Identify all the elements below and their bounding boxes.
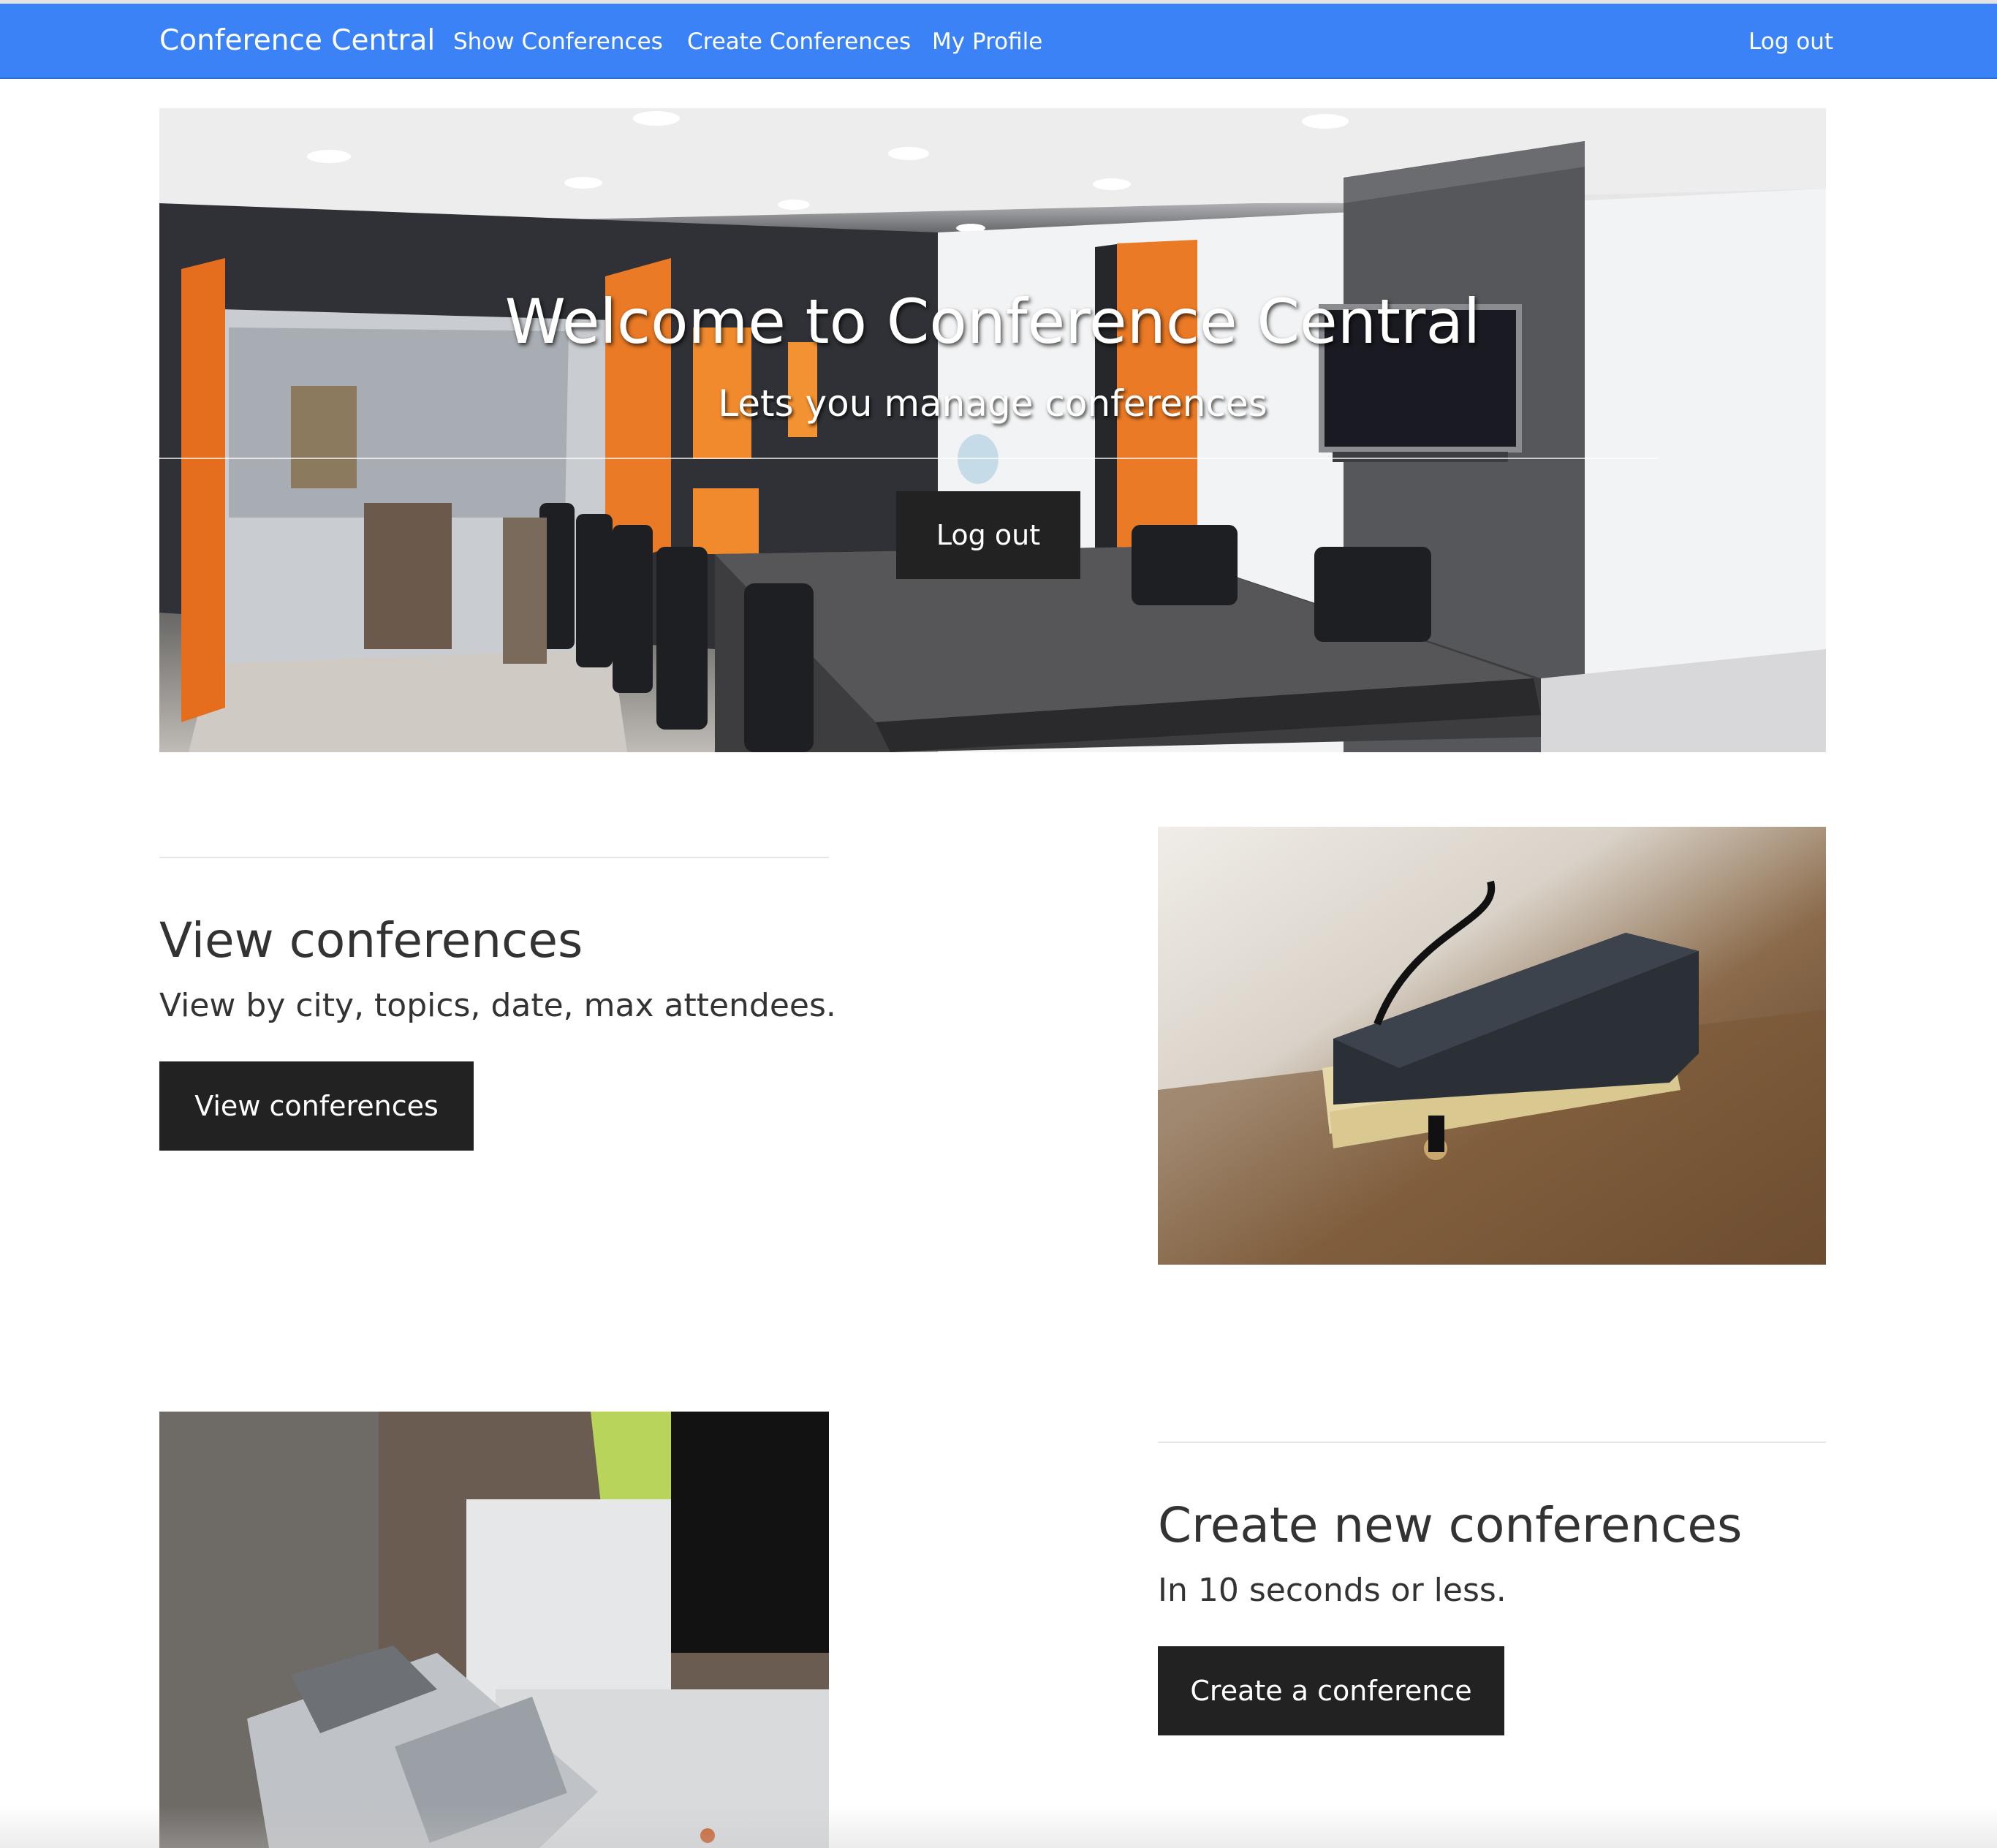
hero-title: Welcome to Conference Central (504, 286, 1481, 357)
hero-background-image (159, 108, 1826, 752)
hero-banner: Welcome to Conference Central Lets you m… (159, 108, 1826, 752)
navbar: Conference Central Show Conferences Crea… (0, 4, 1997, 79)
office-phone-photo (159, 1412, 829, 1848)
section-divider (159, 857, 829, 858)
create-conferences-description: In 10 seconds or less. (1158, 1572, 1507, 1609)
create-conferences-heading: Create new conferences (1158, 1497, 1743, 1553)
brand-link[interactable]: Conference Central (159, 24, 435, 57)
hero-subtitle: Lets you manage conferences (718, 382, 1267, 425)
nav-show-conferences[interactable]: Show Conferences (453, 29, 663, 55)
nav-my-profile[interactable]: My Profile (932, 29, 1042, 55)
hero-logout-button[interactable]: Log out (896, 491, 1080, 579)
notebook-photo (1158, 827, 1826, 1265)
section-divider-2 (1158, 1442, 1826, 1443)
view-conferences-heading: View conferences (159, 912, 583, 969)
nav-logout[interactable]: Log out (1748, 29, 1833, 55)
view-conferences-button[interactable]: View conferences (159, 1061, 474, 1151)
hero-divider (159, 458, 1658, 459)
view-conferences-description: View by city, topics, date, max attendee… (159, 987, 836, 1024)
bottom-fade (0, 1806, 1997, 1848)
nav-create-conferences[interactable]: Create Conferences (687, 29, 911, 55)
create-conference-button[interactable]: Create a conference (1158, 1646, 1504, 1735)
